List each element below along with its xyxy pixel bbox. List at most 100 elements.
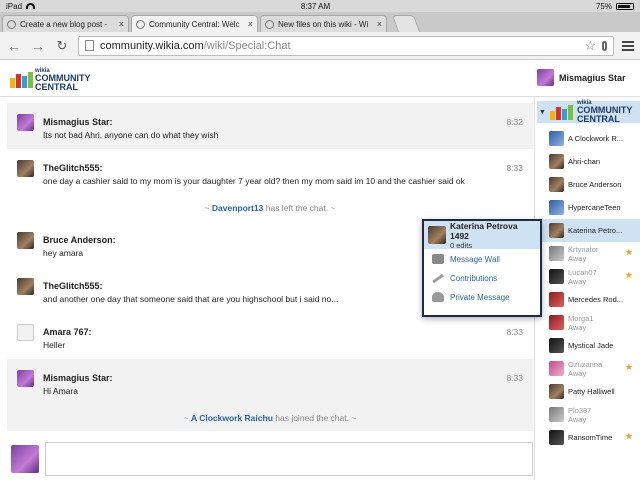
star-icon: ★ [624, 431, 633, 441]
tab-strip: Create a new blog post - × Community Cen… [0, 12, 640, 32]
tab-new-files[interactable]: New files on this wiki - Wi × [260, 15, 387, 32]
user-list-item[interactable]: Patty Halliwell [535, 380, 640, 403]
away-status: Away [568, 414, 587, 424]
user-list-item[interactable]: A Clockwork R... [535, 127, 640, 150]
star-icon: ★ [624, 270, 633, 280]
alert-user-link[interactable]: Davenport13 [212, 203, 264, 213]
status-bar: iPad 8:37 AM 75% [0, 0, 640, 12]
globe-icon [136, 19, 145, 29]
avatar [549, 131, 564, 146]
popup-edit-count: 0 edits [450, 240, 473, 250]
tab-community-central[interactable]: Community Central: Welc × [131, 15, 258, 32]
user-list-item[interactable]: Morga1 Away [535, 311, 640, 334]
new-tab-button[interactable] [391, 15, 421, 32]
chat-message: Mismagius Star: Its not bad Ahri, anyone … [7, 103, 533, 149]
user-list-item[interactable]: Katerina Petro... [535, 219, 640, 242]
alert-user-link[interactable]: A Clockwork Raichu [191, 413, 273, 423]
message-text: Hi Amara [43, 386, 78, 396]
user-name: Lucan07 [568, 267, 597, 277]
forward-arrow-icon[interactable]: → [30, 38, 46, 54]
user-list-item[interactable]: Plo387 Away [535, 403, 640, 426]
user-name: RansomTime [568, 433, 613, 442]
action-label: Message Wall [450, 254, 500, 264]
user-list-item[interactable]: Bruce Anderson [535, 173, 640, 196]
user-list-sidebar: ▼ wikia COMMUNITY CENTRAL A Clockwork R.… [534, 97, 640, 480]
avatar [549, 154, 564, 169]
bookmark-star-icon[interactable]: ☆ [584, 38, 596, 54]
battery-icon [615, 2, 634, 10]
avatar[interactable] [17, 160, 34, 177]
user-name: Mystical Jade [568, 341, 614, 350]
url-path: /wiki/Special:Chat [203, 39, 291, 52]
avatar[interactable] [17, 278, 34, 295]
logo-bars-icon [549, 104, 573, 120]
avatar [549, 338, 564, 353]
message-wall-link[interactable]: Message Wall [424, 250, 540, 268]
community-central-logo[interactable]: wikia COMMUNITY CENTRAL [10, 68, 91, 92]
globe-icon [265, 19, 274, 29]
user-name: Krtynator [568, 244, 599, 254]
user-list-item[interactable]: Krtynator Away ★ [535, 242, 640, 265]
avatar[interactable] [17, 114, 34, 131]
avatar[interactable] [17, 370, 34, 387]
action-label: Private Message [450, 292, 510, 302]
message-username[interactable]: Mismagius Star: [43, 373, 507, 383]
user-name: Ozuzanna [568, 359, 603, 369]
pencil-icon [432, 273, 444, 283]
message-input[interactable] [45, 442, 533, 476]
user-name: Plo387 [568, 405, 592, 415]
menu-icon[interactable] [622, 40, 634, 51]
action-label: Contributions [450, 273, 498, 283]
avatar [549, 384, 564, 399]
user-list-item[interactable]: RansomTime ★ [535, 426, 640, 449]
user-list-item[interactable]: Ozuzanna Away ★ [535, 357, 640, 380]
avatar [549, 246, 564, 261]
current-user[interactable]: Mismagius Star [537, 69, 626, 86]
logo-bars-icon [10, 72, 33, 88]
avatar [537, 69, 554, 86]
contributions-link[interactable]: Contributions [424, 269, 540, 287]
inline-alert: ~ Davenport13 has left the chat. ~ [204, 203, 336, 213]
chat-header: wikia COMMUNITY CENTRAL Mismagius Star [0, 61, 640, 97]
users-icon [432, 292, 444, 302]
microphone-icon[interactable] [602, 40, 607, 51]
close-icon[interactable]: × [119, 19, 124, 29]
clock: 8:37 AM [300, 1, 331, 11]
room-logo-line3: CENTRAL [576, 114, 620, 124]
message-time: 8:32 [506, 117, 523, 127]
private-message-link[interactable]: Private Message [424, 288, 540, 306]
user-list-item[interactable]: Ahri-chan [535, 150, 640, 173]
away-status: Away [568, 322, 587, 332]
avatar[interactable] [17, 232, 34, 249]
avatar[interactable] [17, 324, 34, 341]
chat-message: TheGlitch555: one day a cashier said to m… [7, 149, 533, 195]
message-username[interactable]: Amara 767: [43, 327, 507, 337]
close-icon[interactable]: × [377, 19, 382, 29]
message-composer [7, 441, 533, 477]
user-popup: Katerina Petrova 1492 0 edits Message Wa… [422, 219, 542, 317]
avatar [549, 315, 564, 330]
user-name: Bruce Anderson [568, 180, 622, 189]
user-list-item[interactable]: Lucan07 Away ★ [535, 265, 640, 288]
user-list-item[interactable]: Mystical Jade [535, 334, 640, 357]
popup-user-name: Katerina Petrova 1492 [450, 220, 518, 241]
chat-message: Amara 767: Heller 8:33 [7, 313, 533, 359]
address-bar[interactable]: community.wikia.com/wiki/Special:Chat ☆ [78, 35, 614, 56]
user-list-item[interactable]: HypercaneTeen [535, 196, 640, 219]
collapse-triangle-icon[interactable]: ▼ [539, 109, 546, 116]
avatar [11, 445, 39, 473]
avatar [549, 223, 564, 238]
message-username[interactable]: TheGlitch555: [43, 163, 507, 173]
reload-icon[interactable]: ↻ [54, 38, 70, 54]
message-text: Its not bad Ahri, anyone can do what the… [43, 130, 219, 140]
avatar [549, 200, 564, 215]
message-username[interactable]: Mismagius Star: [43, 117, 507, 127]
close-icon[interactable]: × [248, 19, 253, 29]
room-header[interactable]: ▼ wikia COMMUNITY CENTRAL [537, 100, 640, 124]
tab-label: New files on this wiki - Wi [278, 19, 369, 29]
user-list-item[interactable]: Mercedes Rod... [535, 288, 640, 311]
away-status: Away [568, 253, 587, 263]
back-arrow-icon[interactable]: ← [6, 38, 22, 54]
tab-blog-post[interactable]: Create a new blog post - × [2, 15, 129, 32]
wifi-icon [26, 3, 36, 9]
